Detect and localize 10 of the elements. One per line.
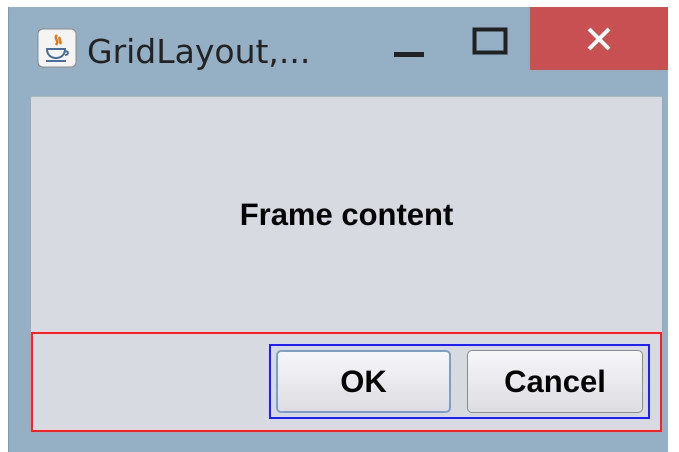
close-button[interactable]: [530, 7, 668, 70]
coffee-cup-icon: [37, 28, 77, 68]
close-icon: [586, 26, 612, 52]
minimize-icon: [394, 52, 424, 56]
maximize-icon: [472, 27, 508, 55]
dialog-button[interactable]: Cancel: [467, 350, 643, 413]
content-label: Frame content: [240, 196, 454, 232]
window-title: GridLayout,...: [87, 32, 310, 71]
dialog-button[interactable]: OK: [276, 350, 451, 413]
maximize-button[interactable]: [472, 26, 508, 56]
